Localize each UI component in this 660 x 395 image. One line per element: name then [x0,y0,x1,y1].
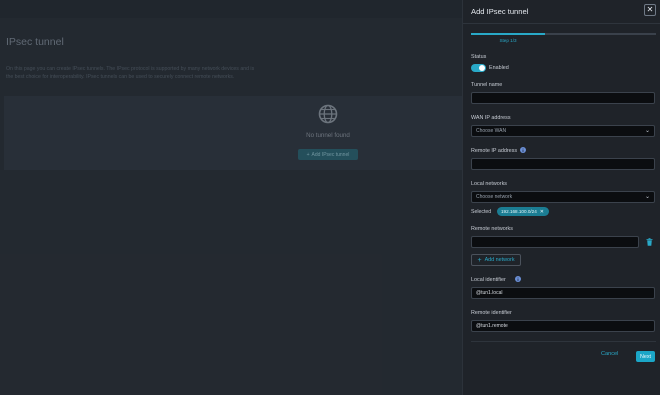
local-networks-selected: Choose network [476,194,513,200]
toggle-knob [479,65,485,71]
step-label: Step 1/3 [499,38,517,43]
local-identifier-input[interactable]: @tun1.local [471,287,655,299]
add-network-label: Add network [484,257,515,263]
wan-ip-select[interactable]: Choose WAN ⌄ [471,125,655,137]
drawer-title: Add IPsec tunnel [471,7,529,16]
selected-label: Selected [471,209,492,215]
local-networks-select[interactable]: Choose network ⌄ [471,191,655,203]
chevron-down-icon: ⌄ [644,128,650,134]
info-icon[interactable]: i [515,276,521,282]
add-network-button[interactable]: + Add network [471,254,521,266]
remove-chip-icon[interactable]: ✕ [540,209,544,215]
remote-identifier-label: Remote identifier [471,310,512,316]
header-divider [463,23,660,24]
close-icon: ✕ [646,5,654,14]
wan-ip-label: WAN IP address [471,115,511,121]
trash-icon[interactable] [646,238,653,246]
step-progress-fill [471,33,545,35]
add-tunnel-drawer: Add IPsec tunnel ✕ Step 1/3 Status Enabl… [462,0,660,395]
local-identifier-label: Local identifier [471,277,506,283]
step-progress-bar [471,33,656,35]
plus-icon: + [477,256,482,264]
cancel-button[interactable]: Cancel [601,351,618,357]
remote-networks-input[interactable] [471,236,639,248]
wan-ip-selected: Choose WAN [476,128,507,134]
tunnel-name-label: Tunnel name [471,82,503,88]
local-networks-label: Local networks [471,181,507,187]
status-label: Status [471,54,487,60]
footer-divider [471,341,656,342]
next-button[interactable]: Next [636,351,655,362]
remote-identifier-input[interactable]: @tun1.remote [471,320,655,332]
remote-networks-label: Remote networks [471,226,513,232]
status-toggle[interactable] [471,64,486,72]
network-chip: 192.168.100.0/24 ✕ [497,207,549,216]
remote-ip-label: Remote IP address [471,148,518,154]
remote-ip-input[interactable] [471,158,655,170]
status-toggle-label: Enabled [489,65,509,71]
info-icon[interactable]: i [520,147,526,153]
chevron-down-icon: ⌄ [644,194,650,200]
network-chip-label: 192.168.100.0/24 [501,209,537,214]
modal-overlay[interactable] [0,0,462,395]
close-button[interactable]: ✕ [644,4,656,16]
tunnel-name-input[interactable] [471,92,655,104]
